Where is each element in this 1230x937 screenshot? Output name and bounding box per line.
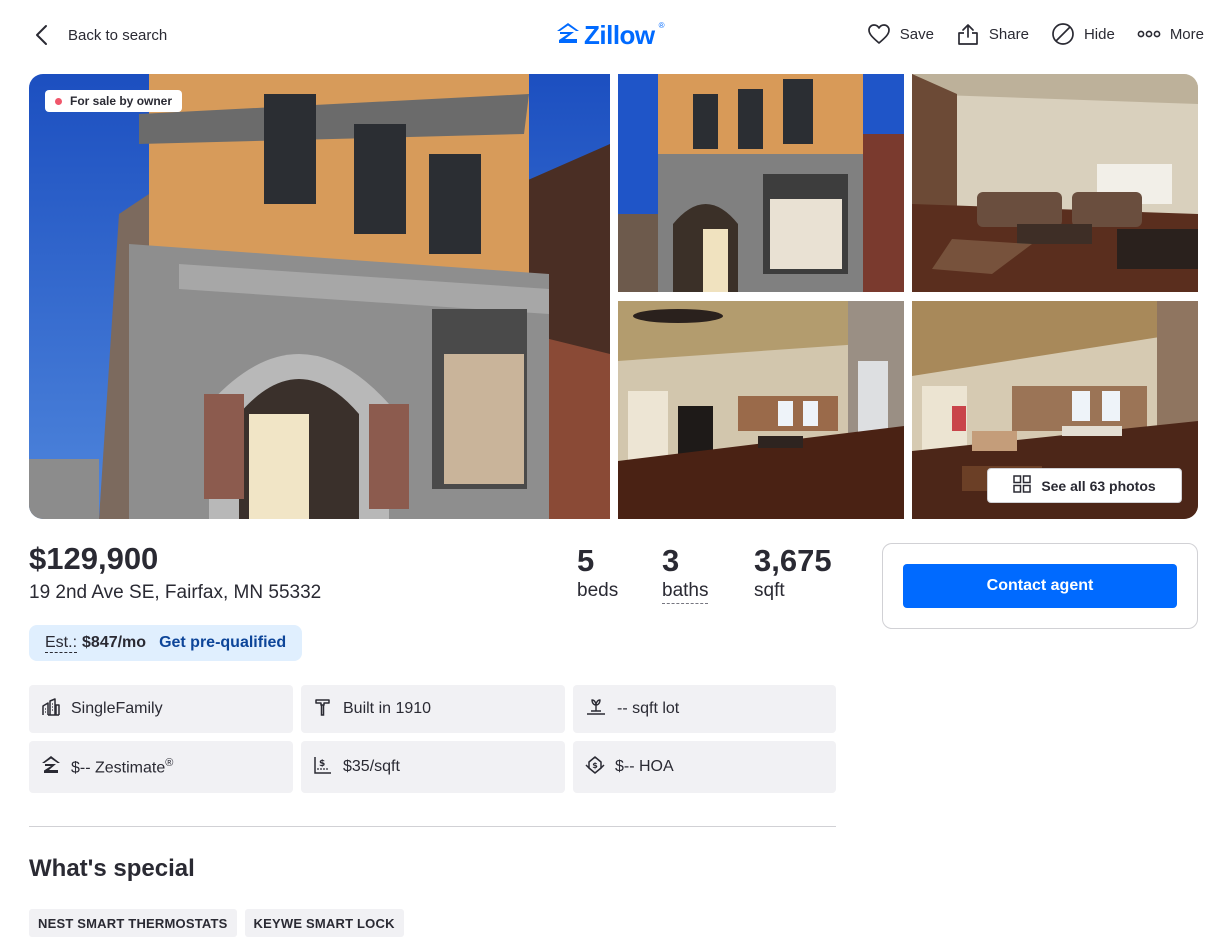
contact-card: Contact agent (882, 543, 1198, 629)
svg-text:$: $ (592, 761, 598, 770)
share-icon (956, 22, 980, 46)
listing-address: 19 2nd Ave SE, Fairfax, MN 55332 (29, 582, 322, 603)
section-divider (29, 826, 836, 827)
zillow-logo-text: Zillow (584, 20, 655, 50)
price-per-sqft-value: $35/sqft (343, 758, 400, 775)
see-all-photos-button[interactable]: See all 63 photos (987, 468, 1182, 503)
price-per-sqft-icon: $ (313, 755, 333, 780)
for-sale-by-owner-badge: For sale by owner (45, 90, 183, 112)
more-button[interactable]: More (1137, 26, 1204, 43)
baths-label[interactable]: baths (662, 579, 709, 604)
zestimate-tile: $-- Zestimate® (29, 741, 293, 793)
beds-count: 5 (577, 543, 595, 578)
baths-fact[interactable]: 3 baths (662, 543, 754, 604)
feature-chip: NEST SMART THERMOSTATS (29, 909, 237, 937)
listing-price: $129,900 (29, 541, 159, 576)
photo-dining-room[interactable] (618, 301, 904, 519)
photo-building-front[interactable] (618, 74, 904, 292)
estimated-payment-amount: $847/mo (82, 634, 147, 651)
svg-text:$: $ (319, 759, 325, 769)
save-label: Save (899, 25, 934, 43)
photo-living-room[interactable] (912, 74, 1198, 292)
estimated-payment-label[interactable]: Est.: (45, 634, 78, 653)
year-built-tile: Built in 1910 (301, 685, 565, 733)
bed-bath-sqft-summary: 5 beds 3 baths 3,675 sqft (577, 543, 832, 604)
chevron-left-icon (28, 22, 54, 48)
share-button[interactable]: Share (956, 22, 1029, 46)
contact-agent-button[interactable]: Contact agent (903, 564, 1177, 608)
zillow-logo[interactable]: Zillow ® (556, 20, 665, 51)
sqft-count: 3,675 (754, 543, 832, 578)
zestimate-text: $-- Zestimate (71, 759, 166, 777)
lot-size-value: -- sqft lot (617, 700, 680, 717)
zestimate-value: $-- Zestimate® (71, 757, 173, 777)
listing-actions: Save Share Hide More (867, 22, 1204, 46)
back-to-search-link[interactable]: Back to search (28, 22, 167, 48)
more-label: More (1169, 25, 1204, 43)
zestimate-icon (41, 755, 61, 780)
beds-label: beds (577, 580, 619, 601)
zillow-logo-registered-mark: ® (658, 21, 665, 30)
save-button[interactable]: Save (867, 23, 934, 45)
price-per-sqft-tile: $ $35/sqft (301, 741, 565, 793)
photo-gallery: For sale by owner See all 63 photos (29, 74, 1198, 519)
status-dot-icon (55, 97, 62, 105)
lot-size-tile: -- sqft lot (573, 685, 836, 733)
whats-special-chips: NEST SMART THERMOSTATS KEYWE SMART LOCK (29, 909, 404, 937)
more-icon (1137, 29, 1161, 39)
home-type-tile: SingleFamily (29, 685, 293, 733)
baths-count: 3 (662, 543, 680, 578)
grid-icon (1013, 475, 1032, 496)
top-bar: Back to search Zillow ® Save Share Hide … (0, 0, 1230, 70)
whats-special-heading: What's special (29, 855, 195, 882)
get-pre-qualified-link[interactable]: Get pre-qualified (159, 634, 286, 652)
feature-chip: KEYWE SMART LOCK (244, 909, 404, 937)
heart-icon (867, 23, 891, 45)
estimated-payment-banner: Est.: $847/mo Get pre-qualified (29, 625, 303, 661)
lot-size-icon (585, 697, 607, 722)
year-built-value: Built in 1910 (343, 700, 432, 717)
sqft-label: sqft (754, 580, 785, 601)
hide-button[interactable]: Hide (1051, 22, 1115, 46)
hoa-tile: $ $-- HOA (573, 741, 836, 793)
see-all-photos-label: See all 63 photos (1041, 477, 1156, 494)
hammer-icon (313, 697, 333, 722)
back-to-search-label: Back to search (68, 26, 168, 44)
home-type-value: SingleFamily (71, 700, 163, 717)
home-facts-grid: SingleFamily Built in 1910 -- sqft lot $… (29, 685, 836, 793)
zillow-logo-icon (556, 22, 580, 49)
hide-label: Hide (1083, 25, 1115, 43)
for-sale-by-owner-label: For sale by owner (70, 94, 173, 108)
sqft-fact: 3,675 sqft (754, 543, 832, 604)
hide-icon (1051, 22, 1075, 46)
hoa-icon: $ (585, 755, 605, 780)
share-label: Share (988, 25, 1029, 43)
main-photo-building-exterior[interactable]: For sale by owner (29, 74, 610, 519)
beds-fact: 5 beds (577, 543, 662, 604)
zestimate-registered-mark: ® (165, 756, 174, 769)
building-chart-icon (41, 697, 61, 722)
hoa-value: $-- HOA (615, 758, 674, 775)
